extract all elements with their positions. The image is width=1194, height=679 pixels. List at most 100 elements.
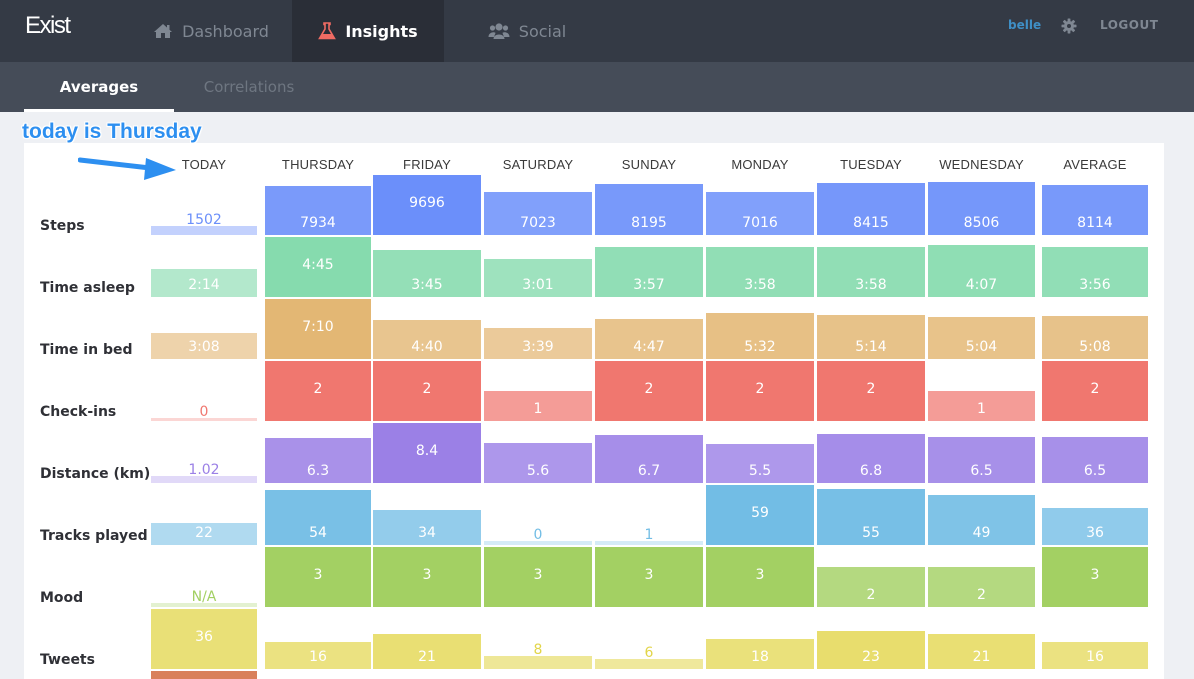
bar-time-asleep-monday[interactable]: 3:58: [706, 247, 814, 297]
bar-mood-monday[interactable]: 3: [706, 547, 814, 607]
nav-tab-dashboard[interactable]: Dashboard: [130, 0, 292, 62]
bar-tweets-today[interactable]: 36: [151, 609, 257, 669]
bar-mood-average[interactable]: 3: [1042, 547, 1148, 607]
bar-tweets-monday[interactable]: 18: [706, 639, 814, 669]
bar-time-asleep-today[interactable]: 2:14: [151, 269, 257, 297]
bar-check-ins-wednesday[interactable]: 1: [928, 391, 1035, 421]
nav-tab-social[interactable]: Social: [444, 0, 610, 62]
bar-time-in-bed-sunday[interactable]: 4:47: [595, 319, 703, 359]
bar-time-asleep-friday[interactable]: 3:45: [373, 250, 481, 297]
bar-time-asleep-wednesday[interactable]: 4:07: [928, 245, 1035, 297]
nav-tab-insights[interactable]: Insights: [292, 0, 444, 62]
bar-tracks-played-thursday[interactable]: 54: [265, 490, 371, 545]
bar-time-asleep-saturday[interactable]: 3:01: [484, 259, 592, 297]
bar-check-ins-monday[interactable]: 2: [706, 361, 814, 421]
home-icon: [154, 24, 173, 38]
bar-distance-km-average[interactable]: 6.5: [1042, 437, 1148, 483]
bar-tracks-played-friday[interactable]: 34: [373, 510, 481, 545]
bar-check-ins-thursday[interactable]: 2: [265, 361, 371, 421]
bar-tweets-average[interactable]: 16: [1042, 642, 1148, 669]
bar-tweets-thursday[interactable]: 16: [265, 642, 371, 669]
bar-distance-km-tuesday[interactable]: 6.8: [817, 434, 925, 483]
bar-time-in-bed-friday[interactable]: 4:40: [373, 320, 481, 359]
bar-time-asleep-thursday[interactable]: 4:45: [265, 237, 371, 297]
bar-tweets-sunday[interactable]: 6: [595, 645, 703, 669]
bar-value-label: 4:47: [633, 339, 665, 355]
bar-steps-thursday[interactable]: 7934: [265, 186, 371, 235]
logo[interactable]: Exist: [25, 12, 71, 40]
bar-check-ins-saturday[interactable]: 1: [484, 391, 592, 421]
bar-tracks-played-sunday[interactable]: 1: [595, 527, 703, 545]
bar-steps-average[interactable]: 8114: [1042, 185, 1148, 235]
bar-time-in-bed-average[interactable]: 5:08: [1042, 316, 1148, 359]
bar-steps-tuesday[interactable]: 8415: [817, 183, 925, 235]
bar-distance-km-sunday[interactable]: 6.7: [595, 435, 703, 483]
bar-tweets-saturday[interactable]: 8: [484, 642, 592, 669]
bar-time-asleep-average[interactable]: 3:56: [1042, 247, 1148, 297]
bar-tracks-played-tuesday[interactable]: 55: [817, 489, 925, 545]
bar-time-in-bed-tuesday[interactable]: 5:14: [817, 315, 925, 359]
bar-check-ins-average[interactable]: 2: [1042, 361, 1148, 421]
gear-icon[interactable]: [1061, 18, 1077, 34]
nav-tab-label: Dashboard: [182, 21, 269, 41]
bar-tweets-wednesday[interactable]: 21: [928, 634, 1035, 669]
bar-time-in-bed-saturday[interactable]: 3:39: [484, 328, 592, 359]
bar-tracks-played-monday[interactable]: 59: [706, 485, 814, 545]
bar-tweets-friday[interactable]: 21: [373, 634, 481, 669]
bar-value-label: 2: [866, 587, 876, 603]
bar-time-asleep-sunday[interactable]: 3:57: [595, 247, 703, 297]
bar-tracks-played-average[interactable]: 36: [1042, 508, 1148, 545]
bar-mood-saturday[interactable]: 3: [484, 547, 592, 607]
bar-steps-sunday[interactable]: 8195: [595, 184, 703, 235]
bar-mood-sunday[interactable]: 3: [595, 547, 703, 607]
subtab-correlations[interactable]: Correlations: [174, 62, 324, 112]
bar-check-ins-tuesday[interactable]: 2: [817, 361, 925, 421]
bar-steps-monday[interactable]: 7016: [706, 192, 814, 235]
bar-value-label: 3: [422, 567, 432, 583]
bar-check-ins-sunday[interactable]: 2: [595, 361, 703, 421]
bar-tracks-played-saturday[interactable]: 0: [484, 527, 592, 545]
bar-steps-saturday[interactable]: 7023: [484, 192, 592, 235]
bar-distance-km-thursday[interactable]: 6.3: [265, 438, 371, 483]
bar-check-ins-friday[interactable]: 2: [373, 361, 481, 421]
bar-check-ins-today[interactable]: 0: [151, 404, 257, 421]
bar-time-asleep-tuesday[interactable]: 3:58: [817, 247, 925, 297]
row-label-mood: Mood: [40, 590, 84, 606]
bar-distance-km-wednesday[interactable]: 6.5: [928, 437, 1035, 483]
bar-value-label: 7023: [520, 215, 556, 231]
bar-mood-today[interactable]: N/A: [151, 589, 257, 607]
bar-tweets-tuesday[interactable]: 23: [817, 631, 925, 669]
bar-value-label: 34: [418, 525, 436, 541]
bar-time-in-bed-monday[interactable]: 5:32: [706, 313, 814, 359]
bar-value-label: 9696: [409, 195, 445, 211]
bar-time-in-bed-thursday[interactable]: 7:10: [265, 299, 371, 359]
subtab-averages[interactable]: Averages: [24, 62, 174, 112]
bar-value-label: 1502: [186, 212, 222, 228]
bar-distance-km-today[interactable]: 1.02: [151, 462, 257, 483]
bar-mood-wednesday[interactable]: 2: [928, 567, 1035, 607]
bar-mood-thursday[interactable]: 3: [265, 547, 371, 607]
bar-distance-km-friday[interactable]: 8.4: [373, 423, 481, 483]
bar-value-label: 0: [533, 527, 543, 543]
bar-distance-km-saturday[interactable]: 5.6: [484, 443, 592, 483]
bar-steps-friday[interactable]: 9696: [373, 175, 481, 235]
bar-value-label: 21: [418, 649, 436, 665]
bar-steps-wednesday[interactable]: 8506: [928, 182, 1035, 235]
bar-value-label: 16: [309, 649, 327, 665]
bar-mood-friday[interactable]: 3: [373, 547, 481, 607]
logout-link[interactable]: LOGOUT: [1100, 18, 1158, 32]
username-link[interactable]: belle: [1008, 18, 1041, 32]
nav-tab-label: Insights: [345, 21, 418, 41]
bar-time-in-bed-today[interactable]: 3:08: [151, 333, 257, 359]
bar-steps-today[interactable]: 1502: [151, 212, 257, 235]
bar-tracks-played-wednesday[interactable]: 49: [928, 495, 1035, 545]
bar-distance-km-monday[interactable]: 5.5: [706, 444, 814, 483]
bar-value-label: 8195: [631, 215, 667, 231]
bar-mood-tuesday[interactable]: 2: [817, 567, 925, 607]
column-header-thursday: THURSDAY: [281, 157, 355, 172]
bar-time-in-bed-wednesday[interactable]: 5:04: [928, 317, 1035, 359]
bar-value-label: 2: [866, 381, 876, 397]
annotation-arrow-icon: [78, 157, 176, 180]
bar-tracks-played-today[interactable]: 22: [151, 523, 257, 545]
bar-value-label: 3:56: [1079, 277, 1111, 293]
